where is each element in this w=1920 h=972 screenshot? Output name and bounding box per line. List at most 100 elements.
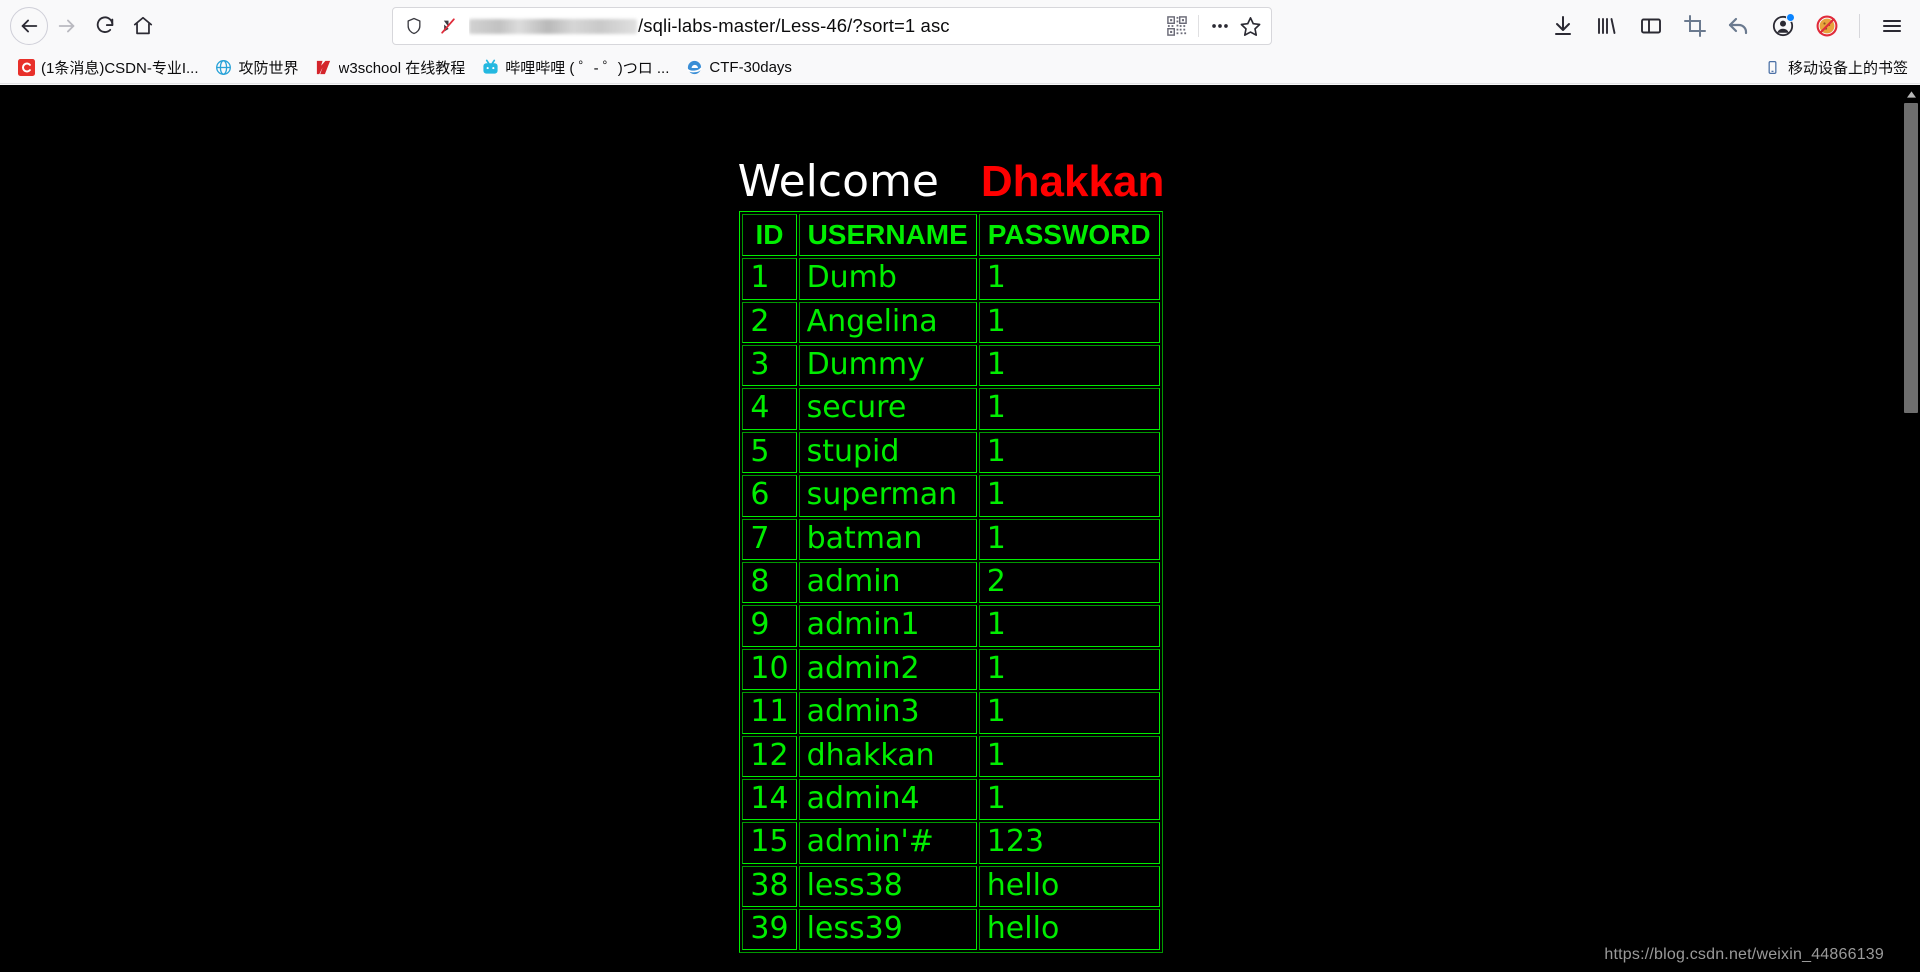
page-scrollbar[interactable] — [1902, 85, 1920, 972]
cell-username: secure — [798, 388, 977, 430]
library-icon[interactable] — [1587, 6, 1627, 46]
cell-username: less38 — [798, 865, 977, 908]
cell-password: 1 — [978, 692, 1160, 734]
cell-id: 3 — [742, 345, 797, 387]
cell-username: admin4 — [798, 778, 977, 821]
bookmark-item-csdn[interactable]: (1条消息)CSDN-专业I... — [10, 54, 206, 81]
cell-id: 14 — [742, 778, 797, 821]
cell-password: 1 — [978, 518, 1160, 560]
table-row: 3 Dummy 1 — [742, 345, 1160, 387]
no-cookie-icon[interactable] — [1807, 6, 1847, 46]
cell-password: 1 — [978, 388, 1160, 430]
bookmark-item-bilibili[interactable]: 哔哩哔哩 ( ゜- ゜)つロ ... — [474, 54, 676, 81]
reload-button[interactable] — [86, 7, 124, 45]
bookmark-star-icon[interactable] — [1237, 13, 1263, 39]
account-notification-dot — [1786, 13, 1795, 22]
qr-code-icon[interactable] — [1164, 13, 1190, 39]
bookmark-item-ctf30days[interactable]: CTF-30days — [678, 56, 799, 80]
browser-window: /sqli-labs-master/Less-46/?sort=1 asc (1… — [0, 0, 1920, 972]
cell-username: superman — [798, 475, 977, 517]
menu-icon[interactable] — [1872, 6, 1912, 46]
ie-icon — [685, 59, 703, 77]
cell-username: Angelina — [798, 301, 977, 343]
toolbar-divider — [1859, 14, 1860, 38]
table-row: 9 admin1 1 — [742, 605, 1160, 647]
protection-disabled-icon[interactable] — [435, 13, 461, 39]
cell-id: 7 — [742, 518, 797, 560]
cell-password: 1 — [978, 605, 1160, 647]
welcome-text: Welcome — [737, 156, 939, 207]
w3school-icon — [315, 59, 333, 77]
results-table: ID USERNAME PASSWORD 1 Dumb 1 2 Angelina 1 3 Du… — [739, 211, 1163, 954]
cell-username: admin3 — [798, 692, 977, 734]
cell-id: 8 — [742, 561, 797, 604]
cell-username: admin2 — [798, 648, 977, 691]
cell-username: admin — [798, 561, 977, 604]
undo-icon[interactable] — [1719, 6, 1759, 46]
bookmark-label: w3school 在线教程 — [338, 60, 466, 77]
bookmark-item-mobile[interactable]: 移动设备上的书签 — [1764, 57, 1908, 78]
url-text[interactable]: /sqli-labs-master/Less-46/?sort=1 asc — [469, 15, 1156, 37]
table-row: 14 admin4 1 — [742, 778, 1160, 821]
page-actions-icon[interactable] — [1207, 13, 1233, 39]
cell-password: 2 — [978, 561, 1160, 604]
csdn-icon — [17, 59, 35, 77]
cell-id: 12 — [742, 735, 797, 777]
cell-username: Dumb — [798, 258, 977, 300]
mobile-icon — [1764, 59, 1782, 77]
table-body: 1 Dumb 1 2 Angelina 1 3 Dummy 1 4 secure 1 5 stupid 1 6… — [742, 258, 1160, 951]
cell-username: dhakkan — [798, 735, 977, 777]
cell-password: 123 — [978, 822, 1160, 864]
cell-id: 15 — [742, 822, 797, 864]
downloads-icon[interactable] — [1543, 6, 1583, 46]
bookmark-label: 攻防世界 — [238, 60, 299, 77]
scroll-up-arrow[interactable] — [1902, 85, 1920, 103]
sqli-labs-page: Welcome Dhakkan ID USERNAME PASSWORD 1 Du… — [0, 85, 1902, 972]
column-header-password: PASSWORD — [978, 214, 1160, 257]
sidebar-icon[interactable] — [1631, 6, 1671, 46]
table-row: 12 dhakkan 1 — [742, 735, 1160, 777]
cell-id: 6 — [742, 475, 797, 517]
account-icon[interactable] — [1763, 6, 1803, 46]
cell-password: 1 — [978, 778, 1160, 821]
navigation-toolbar: /sqli-labs-master/Less-46/?sort=1 asc — [0, 0, 1920, 52]
url-bar[interactable]: /sqli-labs-master/Less-46/?sort=1 asc — [392, 7, 1272, 45]
screenshot-icon[interactable] — [1675, 6, 1715, 46]
cell-password: 1 — [978, 475, 1160, 517]
bookmarks-bar: (1条消息)CSDN-专业I... 攻防世界 w3school 在线教程 哔哩哔… — [0, 52, 1920, 84]
cell-id: 1 — [742, 258, 797, 300]
table-row: 15 admin'# 123 — [742, 822, 1160, 864]
watermark: https://blog.csdn.net/weixin_44866139 — [1604, 946, 1884, 963]
table-row: 10 admin2 1 — [742, 648, 1160, 691]
welcome-name: Dhakkan — [980, 157, 1165, 206]
toolbar-right-icons — [1543, 0, 1912, 52]
home-button[interactable] — [124, 7, 162, 45]
forward-button[interactable] — [48, 7, 86, 45]
cell-username: Dummy — [798, 345, 977, 387]
url-path: /sqli-labs-master/Less-46/?sort=1 asc — [638, 15, 950, 36]
table-row: 5 stupid 1 — [742, 431, 1160, 474]
cell-id: 4 — [742, 388, 797, 430]
table-row: 38 less38 hello — [742, 865, 1160, 908]
bookmark-label: 移动设备上的书签 — [1787, 60, 1908, 77]
cell-id: 10 — [742, 648, 797, 691]
cell-id: 38 — [742, 865, 797, 908]
back-button[interactable] — [10, 7, 48, 45]
cell-password: hello — [978, 909, 1160, 951]
cell-id: 39 — [742, 909, 797, 951]
scrollbar-thumb[interactable] — [1904, 103, 1918, 413]
cell-username: admin'# — [798, 822, 977, 864]
cell-id: 11 — [742, 692, 797, 734]
bookmark-item-w3school[interactable]: w3school 在线教程 — [308, 54, 473, 81]
cell-password: 1 — [978, 258, 1160, 300]
table-row: 2 Angelina 1 — [742, 301, 1160, 343]
bookmark-item-gongfangshijie[interactable]: 攻防世界 — [208, 54, 306, 81]
cell-id: 9 — [742, 605, 797, 647]
bilibili-icon — [481, 59, 499, 77]
shield-icon[interactable] — [401, 13, 427, 39]
globe-icon — [215, 59, 233, 77]
table-row: 4 secure 1 — [742, 388, 1160, 430]
column-header-id: ID — [742, 214, 797, 257]
cell-username: stupid — [798, 431, 977, 474]
table-row: 8 admin 2 — [742, 561, 1160, 604]
